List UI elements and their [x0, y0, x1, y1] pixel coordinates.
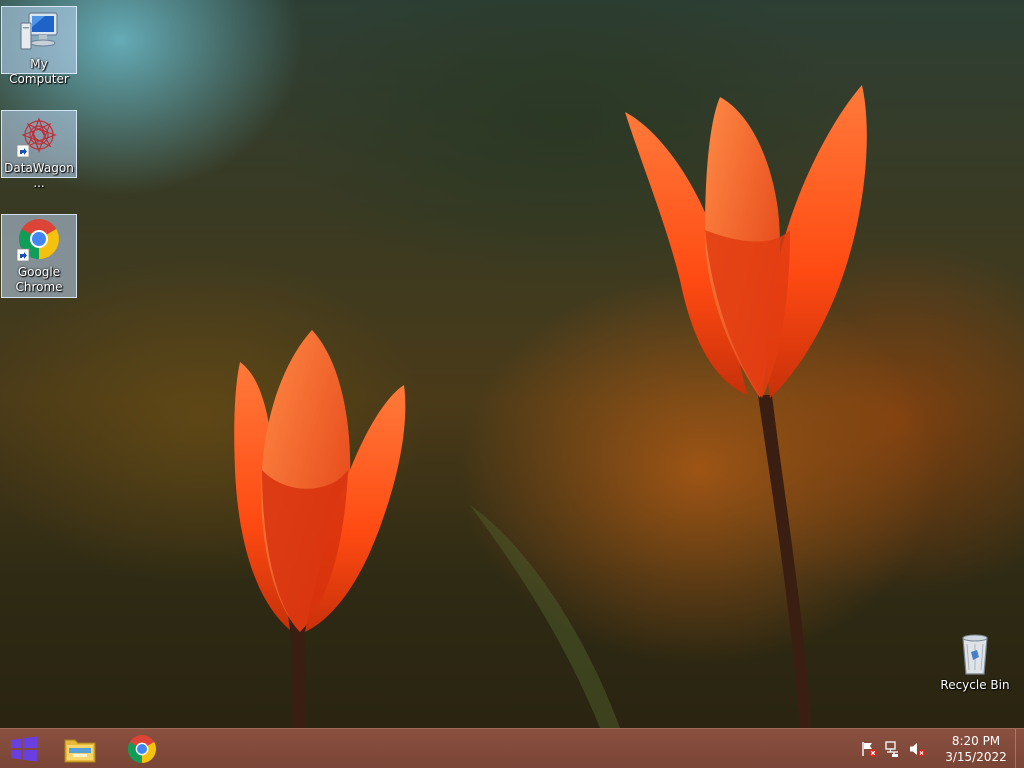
- system-tray: 8:20 PM 3/15/2022: [857, 729, 1024, 768]
- taskbar-clock[interactable]: 8:20 PM 3/15/2022: [937, 733, 1015, 765]
- taskbar-file-explorer-button[interactable]: [56, 729, 104, 768]
- volume-muted-icon[interactable]: [908, 740, 926, 758]
- network-icon[interactable]: [884, 740, 902, 758]
- desktop-icon-recycle-bin[interactable]: Recycle Bin: [937, 628, 1013, 698]
- desktop-icon-my-computer[interactable]: My Computer: [1, 6, 77, 86]
- desktop: My Computer DataWagon... Google Chrome R…: [0, 0, 1024, 728]
- windows-logo-icon: [11, 736, 37, 761]
- desktop-icon-label: Recycle Bin: [940, 678, 1010, 692]
- chrome-icon: [127, 734, 157, 763]
- clock-time: 8:20 PM: [951, 733, 1001, 748]
- desktop-icon-datawagon[interactable]: DataWagon...: [1, 110, 77, 190]
- chrome-icon: [16, 219, 59, 262]
- tulip-wallpaper: [234, 85, 867, 728]
- computer-icon: [20, 12, 58, 50]
- folder-icon: [64, 739, 96, 762]
- action-center-flag-icon[interactable]: [860, 740, 878, 758]
- desktop-icon-label: Google Chrome: [15, 265, 63, 294]
- taskbar: 8:20 PM 3/15/2022: [0, 728, 1024, 768]
- show-desktop-button[interactable]: [1015, 729, 1024, 768]
- desktop-icon-label: DataWagon...: [4, 161, 74, 190]
- datawagon-icon: [16, 117, 57, 158]
- recycle-bin-icon: [962, 634, 988, 675]
- desktop-icon-google-chrome[interactable]: Google Chrome: [1, 214, 77, 298]
- taskbar-chrome-button[interactable]: [118, 729, 166, 768]
- clock-date: 3/15/2022: [945, 749, 1007, 764]
- desktop-icon-label: My Computer: [9, 57, 69, 86]
- start-button[interactable]: [0, 729, 48, 768]
